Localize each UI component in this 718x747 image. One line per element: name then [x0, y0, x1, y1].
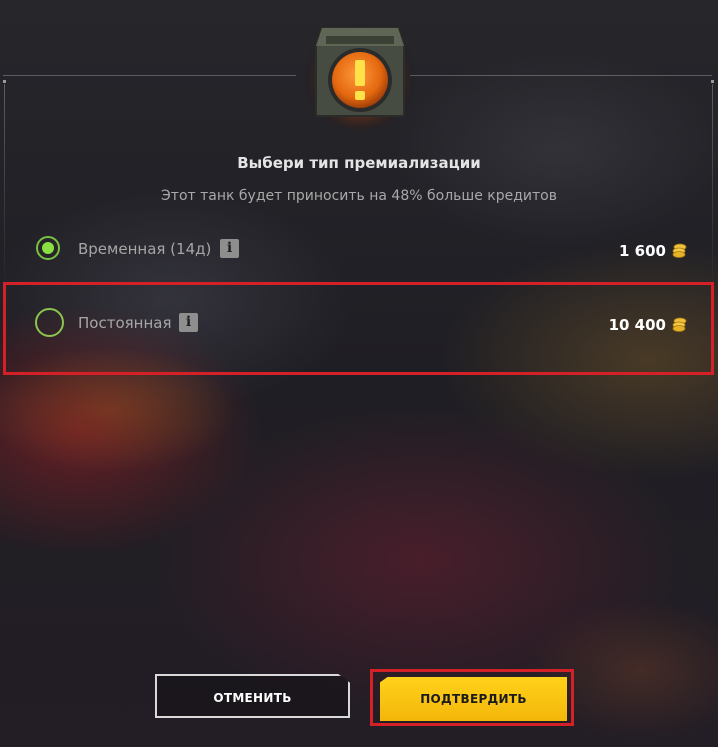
highlight-box-confirm: ПОДТВЕРДИТЬ: [370, 669, 574, 726]
radio-selected[interactable]: [36, 236, 60, 260]
warning-exclamation-icon: [302, 16, 418, 132]
radio-dot: [42, 242, 54, 254]
highlight-box-permanent: [3, 282, 714, 375]
frame-corner-right: [711, 80, 714, 83]
frame-line-left: [3, 75, 296, 76]
option-temporary[interactable]: Временная (14д) i 1 600: [0, 232, 718, 268]
info-icon[interactable]: i: [220, 239, 239, 258]
frame-line-right: [410, 75, 712, 76]
dialog-title: Выбери тип премиализации: [237, 154, 481, 172]
option-price: 1 600: [619, 242, 666, 260]
gold-coins-icon: [672, 243, 687, 258]
option-label: Временная (14д): [78, 240, 212, 258]
dialog-subtitle: Этот танк будет приносить на 48% больше …: [161, 188, 557, 204]
cancel-button[interactable]: ОТМЕНИТЬ: [155, 674, 350, 718]
confirm-button[interactable]: ПОДТВЕРДИТЬ: [380, 677, 567, 721]
frame-corner-left: [3, 80, 6, 83]
